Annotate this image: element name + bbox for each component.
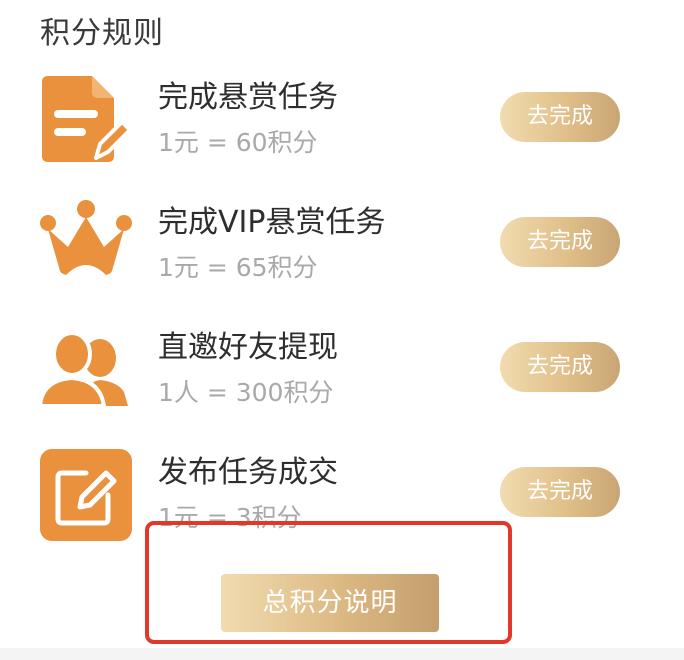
users-icon xyxy=(38,331,128,408)
rule-item-vip-bounty-task: 完成VIP悬赏任务 1元 = 65积分 去完成 xyxy=(0,195,684,305)
edit-square-icon xyxy=(40,449,132,541)
rule-rate: 1人 = 300积分 xyxy=(158,378,334,407)
rule-item-bounty-task: 完成悬赏任务 1元 = 60积分 去完成 xyxy=(0,70,684,180)
section-title: 积分规则 xyxy=(40,16,164,51)
rule-item-invite-friends: 直邀好友提现 1人 = 300积分 去完成 xyxy=(0,320,684,430)
total-points-explanation-button[interactable]: 总积分说明 xyxy=(221,574,439,632)
rule-title: 完成VIP悬赏任务 xyxy=(158,205,386,240)
rule-title: 直邀好友提现 xyxy=(158,330,338,365)
points-rules-page: 积分规则 完成悬赏任务 1元 = 60积分 去完成 完成VIP悬赏任务 1元 =… xyxy=(0,0,684,660)
rule-item-publish-task: 发布任务成交 1元 = 3积分 去完成 xyxy=(0,445,684,555)
go-complete-button[interactable]: 去完成 xyxy=(500,217,620,267)
go-complete-button[interactable]: 去完成 xyxy=(500,92,620,142)
rule-title: 完成悬赏任务 xyxy=(158,80,338,115)
bottom-divider xyxy=(0,648,684,660)
rule-title: 发布任务成交 xyxy=(158,455,338,490)
rule-rate: 1元 = 60积分 xyxy=(158,128,318,157)
document-edit-icon xyxy=(42,76,132,162)
crown-icon xyxy=(40,200,132,275)
go-complete-button[interactable]: 去完成 xyxy=(500,467,620,517)
rule-rate: 1元 = 65积分 xyxy=(158,253,318,282)
rule-rate: 1元 = 3积分 xyxy=(158,503,302,532)
go-complete-button[interactable]: 去完成 xyxy=(500,342,620,392)
